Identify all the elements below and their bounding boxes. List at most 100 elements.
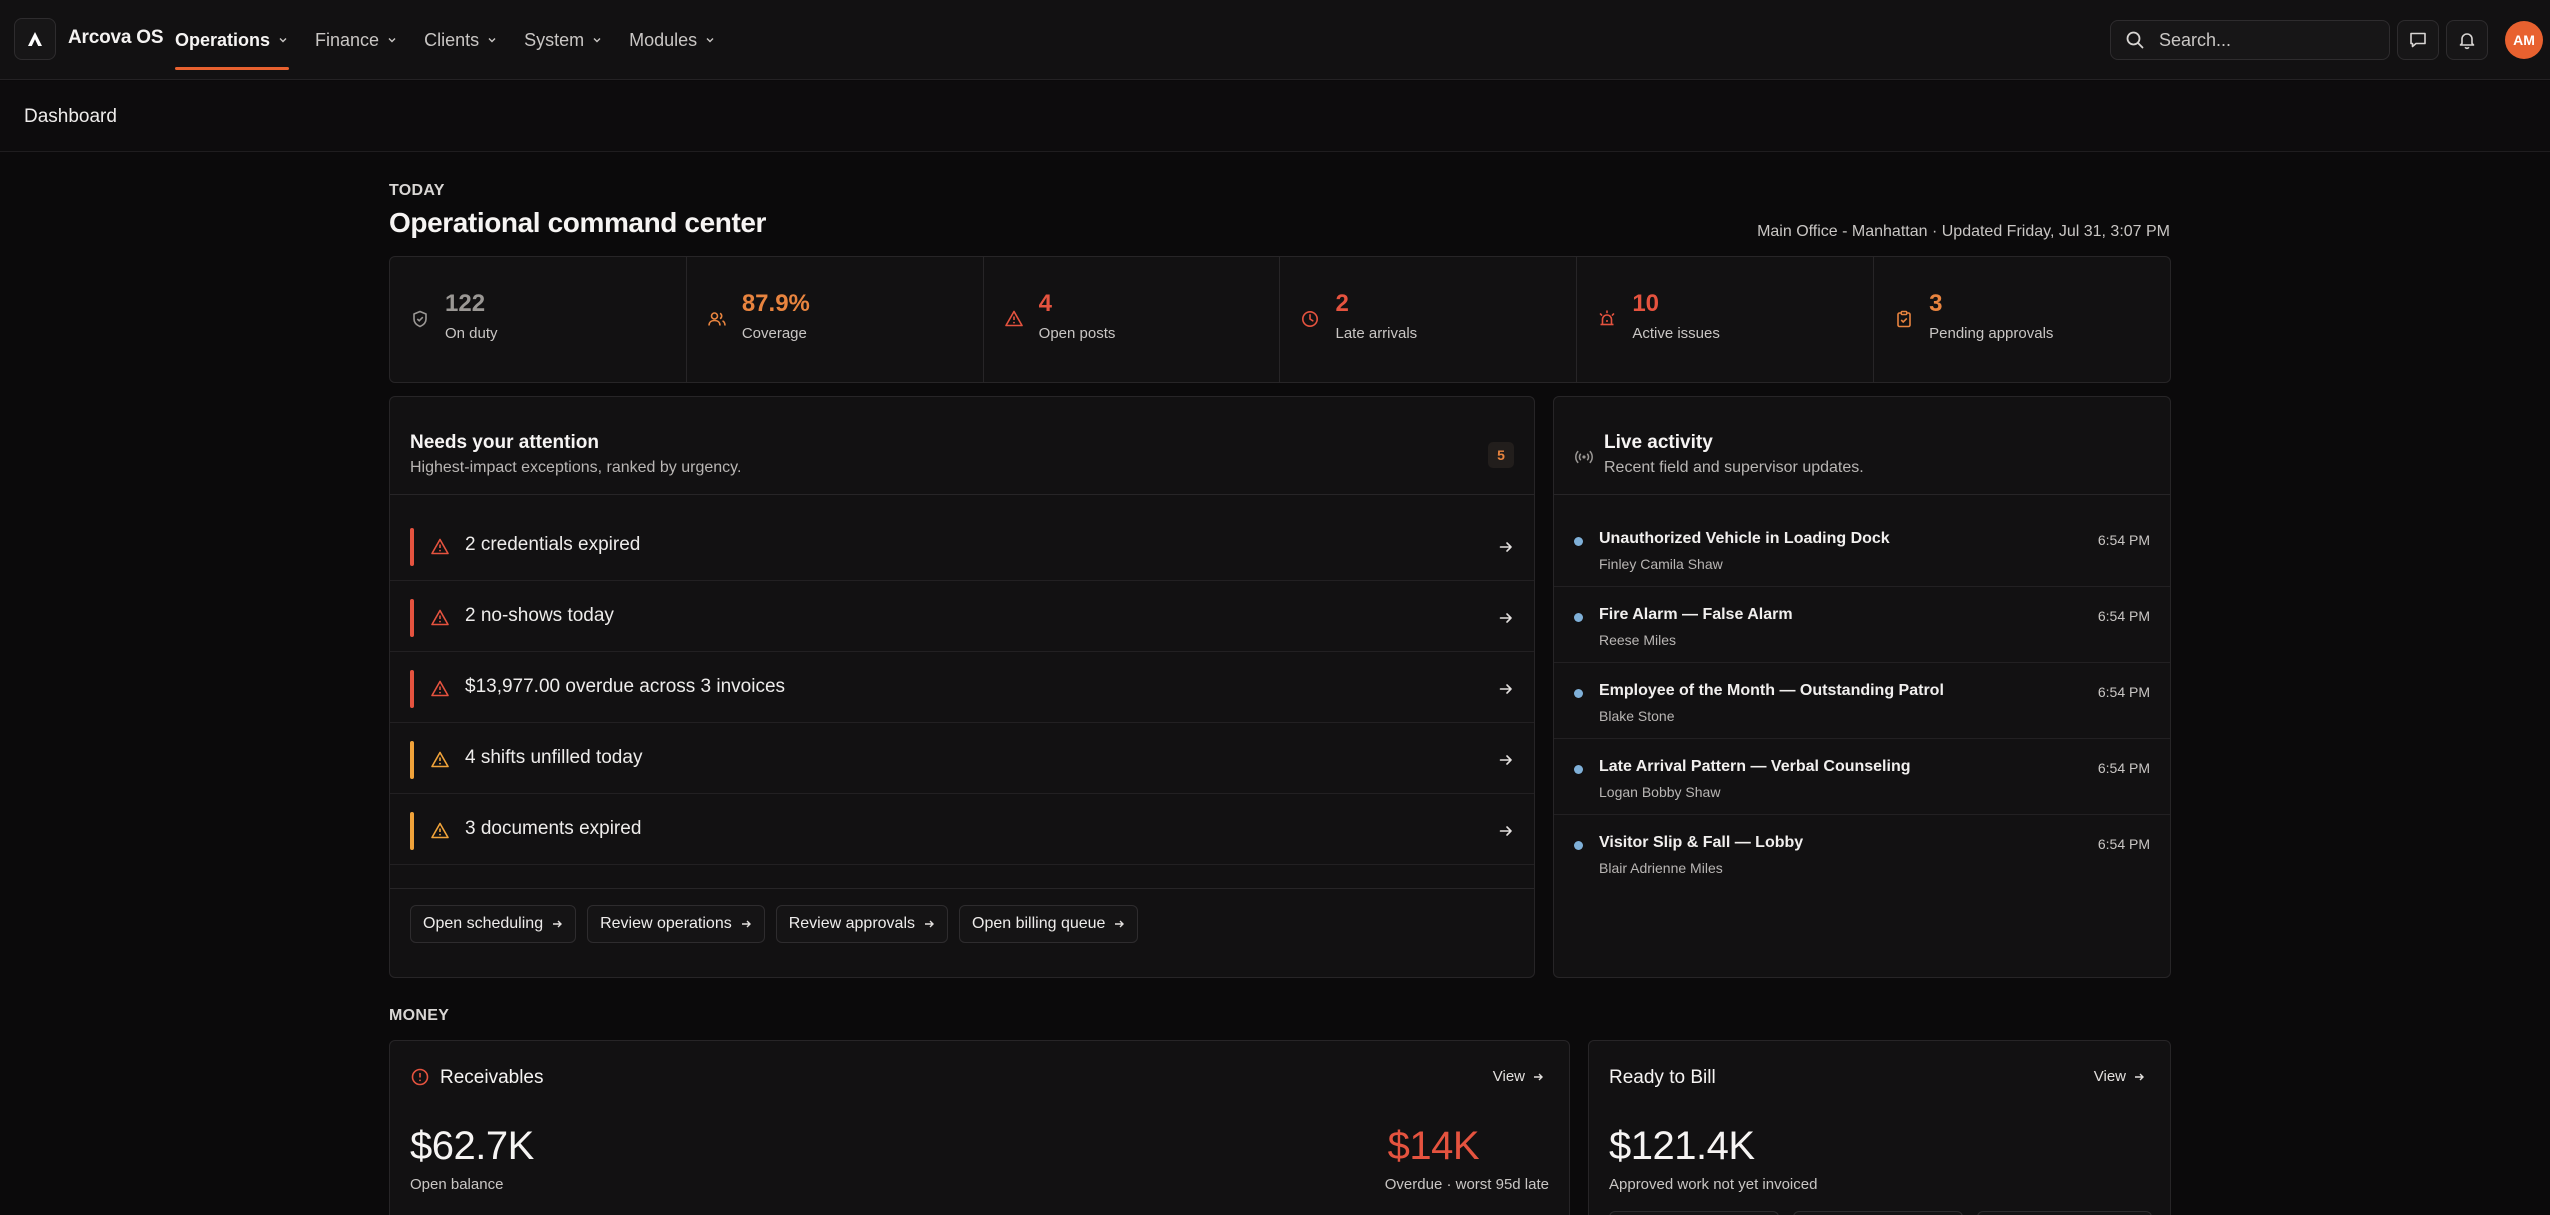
button-label: Review operations: [600, 915, 732, 932]
notifications-button[interactable]: [2446, 20, 2488, 60]
bell-icon: [2459, 33, 2475, 50]
activity-item[interactable]: Visitor Slip & Fall — Lobby Blair Adrien…: [1554, 815, 2170, 891]
kpi-value: 2: [1335, 290, 1349, 317]
activity-author: Blake Stone: [1599, 708, 1675, 724]
clock-icon: [1302, 311, 1319, 327]
arrow-right-icon: [1115, 920, 1125, 928]
chevron-down-icon: [488, 38, 496, 43]
arrow-right-icon: [553, 920, 563, 928]
attention-item[interactable]: 4 shifts unfilled today: [390, 723, 1534, 794]
open-billing-queue-button[interactable]: Open billing queue: [959, 905, 1139, 943]
attention-item[interactable]: $13,977.00 overdue across 3 invoices: [390, 652, 1534, 723]
chevron-down-icon: [279, 38, 287, 43]
activity-item[interactable]: Late Arrival Pattern — Verbal Counseling…: [1554, 739, 2170, 815]
divider: [1554, 494, 2170, 495]
messages-button[interactable]: [2397, 20, 2439, 60]
arrow-right-icon: [1499, 542, 1512, 552]
top-navigation-bar: Arcova OS Operations Finance Clients Sys…: [0, 0, 2550, 80]
review-approvals-button[interactable]: Review approvals: [775, 905, 948, 943]
location-updated-meta: Main Office - Manhattan · Updated Friday…: [1757, 223, 2170, 240]
activity-title: Fire Alarm — False Alarm: [1599, 606, 1793, 623]
kpi-coverage[interactable]: 87.9% Coverage: [687, 257, 984, 382]
kpi-on-duty[interactable]: 122 On duty: [390, 257, 687, 382]
nav-system[interactable]: System: [524, 0, 603, 80]
nav-label: System: [524, 29, 585, 50]
page-header: Dashboard: [0, 81, 2550, 152]
nav-label: Finance: [315, 29, 380, 50]
arrow-right-icon: [1499, 755, 1512, 765]
attention-item[interactable]: 2 no-shows today: [390, 581, 1534, 652]
warning-icon: [431, 538, 449, 555]
kpi-value: 10: [1632, 290, 1660, 317]
users-icon: [708, 312, 726, 326]
arrow-right-icon: [741, 920, 751, 928]
activity-title: Visitor Slip & Fall — Lobby: [1599, 834, 1804, 851]
divider: [390, 888, 1534, 889]
activity-item[interactable]: Employee of the Month — Outstanding Patr…: [1554, 663, 2170, 739]
link-label: View: [1492, 1068, 1525, 1085]
kpi-value: 87.9%: [741, 290, 810, 317]
kpi-pending-approvals[interactable]: 3 Pending approvals: [1874, 257, 2170, 382]
main-nav: Operations Finance Clients System Module…: [175, 0, 716, 80]
button-label: Review approvals: [788, 915, 915, 932]
ready-to-bill-view-link[interactable]: View: [2094, 1068, 2145, 1085]
search-box[interactable]: [2110, 20, 2390, 60]
card-title: Needs your attention: [410, 432, 599, 453]
nav-finance[interactable]: Finance: [315, 0, 398, 80]
activity-time: 6:54 PM: [2097, 684, 2150, 700]
attention-item-text: 4 shifts unfilled today: [465, 747, 643, 768]
warning-icon: [1004, 310, 1023, 327]
nav-label: Operations: [175, 29, 271, 50]
kpi-open-posts[interactable]: 4 Open posts: [984, 257, 1281, 382]
ready-to-bill-action-button[interactable]: [1609, 1211, 1779, 1215]
kpi-value: 4: [1038, 290, 1053, 317]
status-dot: [1574, 765, 1583, 774]
receivables-card: Receivables View $62.7K Open balance $14…: [389, 1040, 1570, 1215]
activity-item[interactable]: Fire Alarm — False Alarm Reese Miles 6:5…: [1554, 587, 2170, 663]
kpi-label: Late arrivals: [1335, 325, 1418, 342]
attention-item-text: 2 no-shows today: [465, 605, 614, 626]
kpi-strip: 122 On duty 87.9% Coverage 4 Open posts …: [389, 256, 2171, 383]
severity-bar: [410, 812, 414, 850]
search-icon: [2126, 31, 2144, 49]
open-scheduling-button[interactable]: Open scheduling: [410, 905, 577, 943]
attention-item[interactable]: 2 credentials expired: [390, 510, 1534, 581]
kpi-label: Open posts: [1038, 325, 1116, 342]
arrow-right-icon: [2135, 1073, 2144, 1080]
message-icon: [2410, 32, 2426, 48]
divider: [390, 494, 1534, 495]
nav-label: Modules: [629, 29, 698, 50]
open-balance-value: $62.7K: [410, 1124, 534, 1168]
nav-modules[interactable]: Modules: [629, 0, 716, 80]
app-name: Arcova OS: [68, 27, 164, 48]
attention-item[interactable]: 3 documents expired: [390, 794, 1534, 865]
nav-clients[interactable]: Clients: [424, 0, 498, 80]
chevron-down-icon: [706, 38, 714, 43]
activity-time: 6:54 PM: [2097, 532, 2150, 548]
receivables-view-link[interactable]: View: [1493, 1068, 1544, 1085]
user-avatar[interactable]: AM: [2505, 21, 2543, 59]
attention-item-text: 2 credentials expired: [465, 534, 641, 555]
search-input[interactable]: [2159, 29, 2379, 51]
ready-to-bill-action-button[interactable]: [1977, 1211, 2152, 1215]
app-logo-button[interactable]: [14, 18, 56, 60]
card-title: Receivables: [440, 1067, 544, 1088]
kpi-late-arrivals[interactable]: 2 Late arrivals: [1280, 257, 1578, 382]
review-operations-button[interactable]: Review operations: [587, 905, 765, 943]
live-activity-card: Live activity Recent field and superviso…: [1553, 396, 2171, 978]
nav-operations[interactable]: Operations: [175, 0, 290, 80]
chevron-down-icon: [593, 38, 601, 43]
link-label: View: [2093, 1068, 2126, 1085]
activity-author: Finley Camila Shaw: [1599, 556, 1723, 572]
kpi-active-issues[interactable]: 10 Active issues: [1577, 257, 1875, 382]
page-title: Operational command center: [389, 207, 767, 238]
kpi-label: On duty: [445, 325, 498, 342]
activity-time: 6:54 PM: [2097, 836, 2150, 852]
ready-to-bill-action-button[interactable]: [1793, 1211, 1963, 1215]
activity-item[interactable]: Unauthorized Vehicle in Loading Dock Fin…: [1554, 511, 2170, 587]
card-subtitle: Highest-impact exceptions, ranked by urg…: [410, 459, 742, 476]
card-subtitle: Recent field and supervisor updates.: [1604, 459, 1864, 476]
activity-title: Employee of the Month — Outstanding Patr…: [1599, 682, 1944, 699]
overdue-value: $14K: [1387, 1124, 1480, 1168]
kpi-value: 3: [1929, 290, 1943, 317]
